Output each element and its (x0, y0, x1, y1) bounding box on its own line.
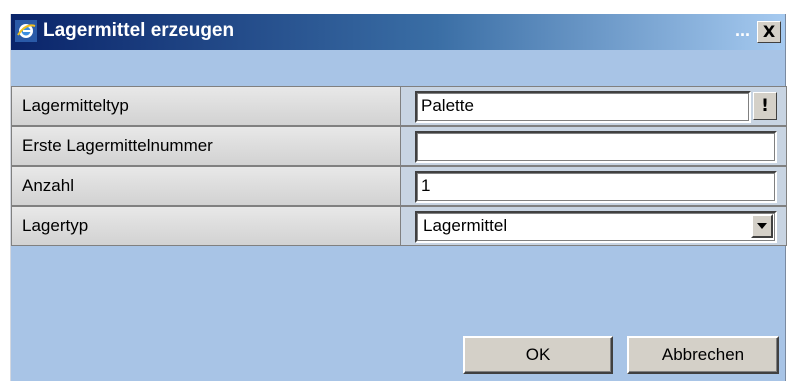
window-title: Lagermittel erzeugen (43, 20, 235, 41)
form-row-lagermitteltyp: Lagermitteltyp Palette ! (11, 86, 787, 126)
exclamation-icon: ! (761, 96, 769, 116)
cancel-button[interactable]: Abbrechen (627, 336, 779, 374)
label-lagermitteltyp: Lagermitteltyp (11, 86, 401, 126)
close-button[interactable]: X (757, 21, 781, 43)
label-erste-lagermittelnummer: Erste Lagermittelnummer (11, 126, 401, 166)
form-row-erste-lagermittelnummer: Erste Lagermittelnummer (11, 126, 787, 166)
value-cell-anzahl: 1 (401, 166, 787, 206)
value-cell-lagermitteltyp: Palette ! (401, 86, 787, 126)
form-row-anzahl: Anzahl 1 (11, 166, 787, 206)
title-ellipsis: ... (735, 20, 751, 40)
chevron-down-icon (757, 223, 767, 229)
title-bar[interactable]: Lagermittel erzeugen ... X (11, 14, 785, 50)
label-lagertyp: Lagertyp (11, 206, 401, 246)
lagertyp-dropdown-button[interactable] (751, 214, 773, 238)
value-cell-erste-lagermittelnummer (401, 126, 787, 166)
lagermitteltyp-input[interactable]: Palette (415, 91, 751, 123)
dialog-window: Lagermittel erzeugen ... X Lagermittelty… (10, 14, 787, 381)
ok-button[interactable]: OK (463, 336, 613, 374)
value-cell-lagertyp: Lagermittel (401, 206, 787, 246)
internet-explorer-icon (15, 20, 37, 42)
lagertyp-select[interactable]: Lagermittel (415, 211, 777, 243)
form-row-lagertyp: Lagertyp Lagermittel (11, 206, 787, 246)
erste-lagermittelnummer-input[interactable] (415, 131, 777, 163)
anzahl-input[interactable]: 1 (415, 171, 777, 203)
label-anzahl: Anzahl (11, 166, 401, 206)
lagermitteltyp-picker-button[interactable]: ! (753, 92, 777, 120)
close-icon: X (762, 22, 776, 41)
